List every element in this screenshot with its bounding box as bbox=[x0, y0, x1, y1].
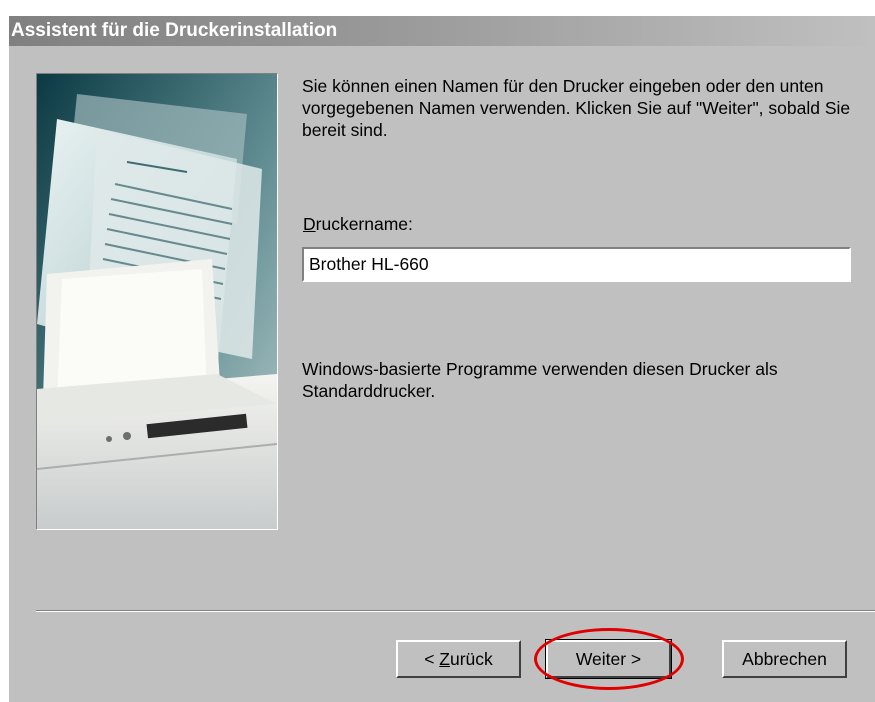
intro-instructions: Sie können einen Namen für den Drucker e… bbox=[302, 76, 851, 140]
window-title: Assistent für die Druckerinstallation bbox=[11, 20, 338, 41]
button-separator bbox=[36, 610, 875, 612]
printer-name-label: Druckername: bbox=[303, 214, 413, 235]
title-bar[interactable]: Assistent für die Druckerinstallation bbox=[9, 16, 875, 46]
next-button[interactable]: Weiter > bbox=[545, 639, 672, 679]
default-printer-note: Windows-basierte Programme verwenden die… bbox=[302, 359, 778, 401]
printer-name-label-text: ruckername: bbox=[315, 214, 413, 234]
printer-wizard-dialog: Assistent für die Druckerinstallation Si… bbox=[9, 16, 875, 702]
printer-name-input[interactable] bbox=[302, 247, 851, 282]
printer-name-label-mnemonic: D bbox=[303, 214, 316, 234]
cancel-button[interactable]: Abbrechen bbox=[722, 640, 847, 678]
wizard-printer-image bbox=[36, 73, 278, 530]
back-button-text: urück bbox=[450, 649, 493, 669]
printer-illustration bbox=[37, 74, 277, 529]
back-button[interactable]: < Zurück bbox=[396, 640, 521, 678]
back-button-mnemonic: Z bbox=[439, 649, 450, 669]
back-button-prefix: < bbox=[424, 649, 440, 669]
